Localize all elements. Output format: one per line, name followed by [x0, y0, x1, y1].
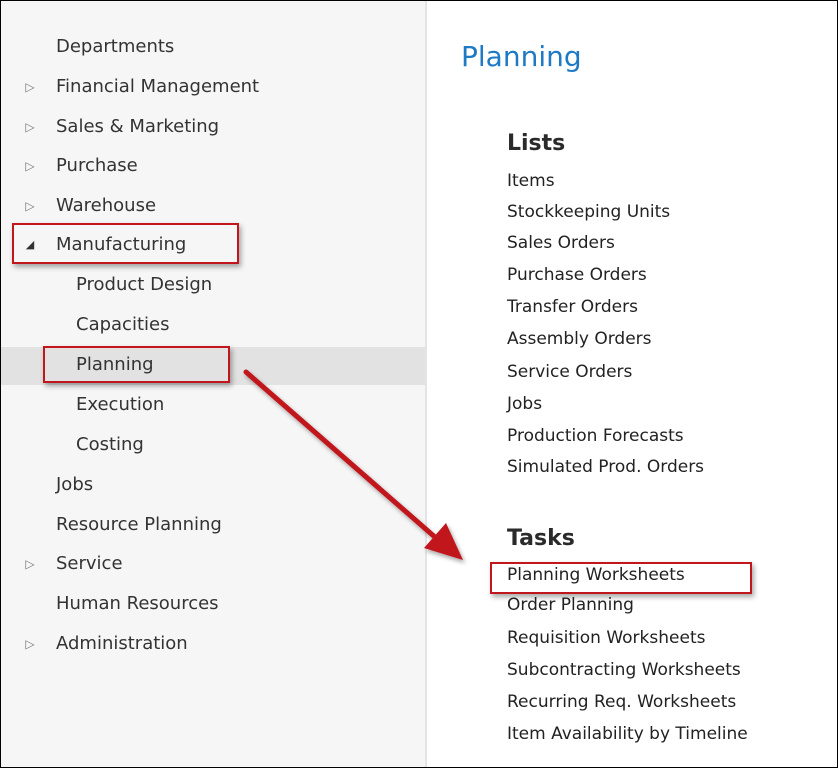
nav-item-label: Warehouse	[56, 195, 157, 216]
link-planning-worksheets[interactable]: Planning Worksheets	[507, 564, 685, 587]
expand-arrow-icon[interactable]: ▷	[23, 188, 37, 224]
nav-item-costing[interactable]: Costing	[1, 427, 425, 463]
nav-item-label: Human Resources	[56, 593, 219, 614]
nav-item-warehouse[interactable]: ▷ Warehouse	[1, 188, 425, 224]
lists-heading: Lists	[507, 131, 566, 156]
nav-item-sales-marketing[interactable]: ▷ Sales & Marketing	[1, 109, 425, 145]
link-simulated-prod-orders[interactable]: Simulated Prod. Orders	[507, 456, 704, 479]
pane-divider[interactable]	[425, 1, 427, 767]
link-order-planning[interactable]: Order Planning	[507, 594, 634, 617]
nav-item-resource-planning[interactable]: Resource Planning	[1, 507, 425, 543]
tasks-heading: Tasks	[507, 526, 575, 551]
link-item-availability-by-timeline[interactable]: Item Availability by Timeline	[507, 723, 748, 746]
nav-item-label: Capacities	[76, 314, 170, 335]
link-requisition-worksheets[interactable]: Requisition Worksheets	[507, 627, 705, 650]
nav-item-administration[interactable]: ▷ Administration	[1, 626, 425, 662]
nav-item-label: Departments	[56, 36, 175, 57]
nav-item-execution[interactable]: Execution	[1, 387, 425, 423]
navigation-pane: Departments ▷ Financial Management ▷ Sal…	[1, 1, 425, 767]
nav-item-product-design[interactable]: Product Design	[1, 267, 425, 303]
nav-item-jobs[interactable]: Jobs	[1, 467, 425, 503]
link-production-forecasts[interactable]: Production Forecasts	[507, 425, 684, 448]
link-recurring-req-worksheets[interactable]: Recurring Req. Worksheets	[507, 691, 736, 714]
nav-item-label: Execution	[76, 394, 165, 415]
expand-arrow-icon[interactable]: ▷	[23, 69, 37, 105]
nav-item-capacities[interactable]: Capacities	[1, 307, 425, 343]
nav-item-human-resources[interactable]: Human Resources	[1, 586, 425, 622]
nav-item-label: Financial Management	[56, 76, 260, 97]
nav-item-label: Administration	[56, 633, 188, 654]
link-purchase-orders[interactable]: Purchase Orders	[507, 264, 647, 287]
link-jobs[interactable]: Jobs	[507, 393, 542, 416]
expand-arrow-icon[interactable]: ▷	[23, 148, 37, 184]
link-subcontracting-worksheets[interactable]: Subcontracting Worksheets	[507, 659, 741, 682]
expand-arrow-icon[interactable]: ▷	[23, 626, 37, 662]
nav-item-label: Resource Planning	[56, 514, 222, 535]
link-service-orders[interactable]: Service Orders	[507, 361, 632, 384]
nav-item-planning[interactable]: Planning	[1, 347, 425, 385]
nav-item-financial-management[interactable]: ▷ Financial Management	[1, 69, 425, 105]
link-stockkeeping-units[interactable]: Stockkeeping Units	[507, 201, 670, 224]
link-assembly-orders[interactable]: Assembly Orders	[507, 328, 652, 351]
collapse-arrow-icon[interactable]: ◢	[23, 227, 37, 263]
expand-arrow-icon[interactable]: ▷	[23, 109, 37, 145]
expand-arrow-icon[interactable]: ▷	[23, 546, 37, 582]
nav-item-service[interactable]: ▷ Service	[1, 546, 425, 582]
nav-item-departments[interactable]: Departments	[1, 29, 425, 65]
link-items[interactable]: Items	[507, 170, 555, 193]
nav-item-label: Sales & Marketing	[56, 116, 220, 137]
page-title: Planning	[461, 40, 582, 73]
nav-item-manufacturing[interactable]: ◢ Manufacturing	[1, 227, 425, 263]
nav-item-label: Manufacturing	[56, 234, 187, 255]
nav-item-label: Costing	[76, 434, 144, 455]
nav-item-label: Service	[56, 553, 123, 574]
nav-item-label: Planning	[76, 354, 154, 375]
link-transfer-orders[interactable]: Transfer Orders	[507, 296, 638, 319]
nav-item-label: Product Design	[76, 274, 213, 295]
nav-item-label: Jobs	[56, 474, 94, 495]
nav-item-purchase[interactable]: ▷ Purchase	[1, 148, 425, 184]
nav-item-label: Purchase	[56, 155, 138, 176]
link-sales-orders[interactable]: Sales Orders	[507, 232, 615, 255]
